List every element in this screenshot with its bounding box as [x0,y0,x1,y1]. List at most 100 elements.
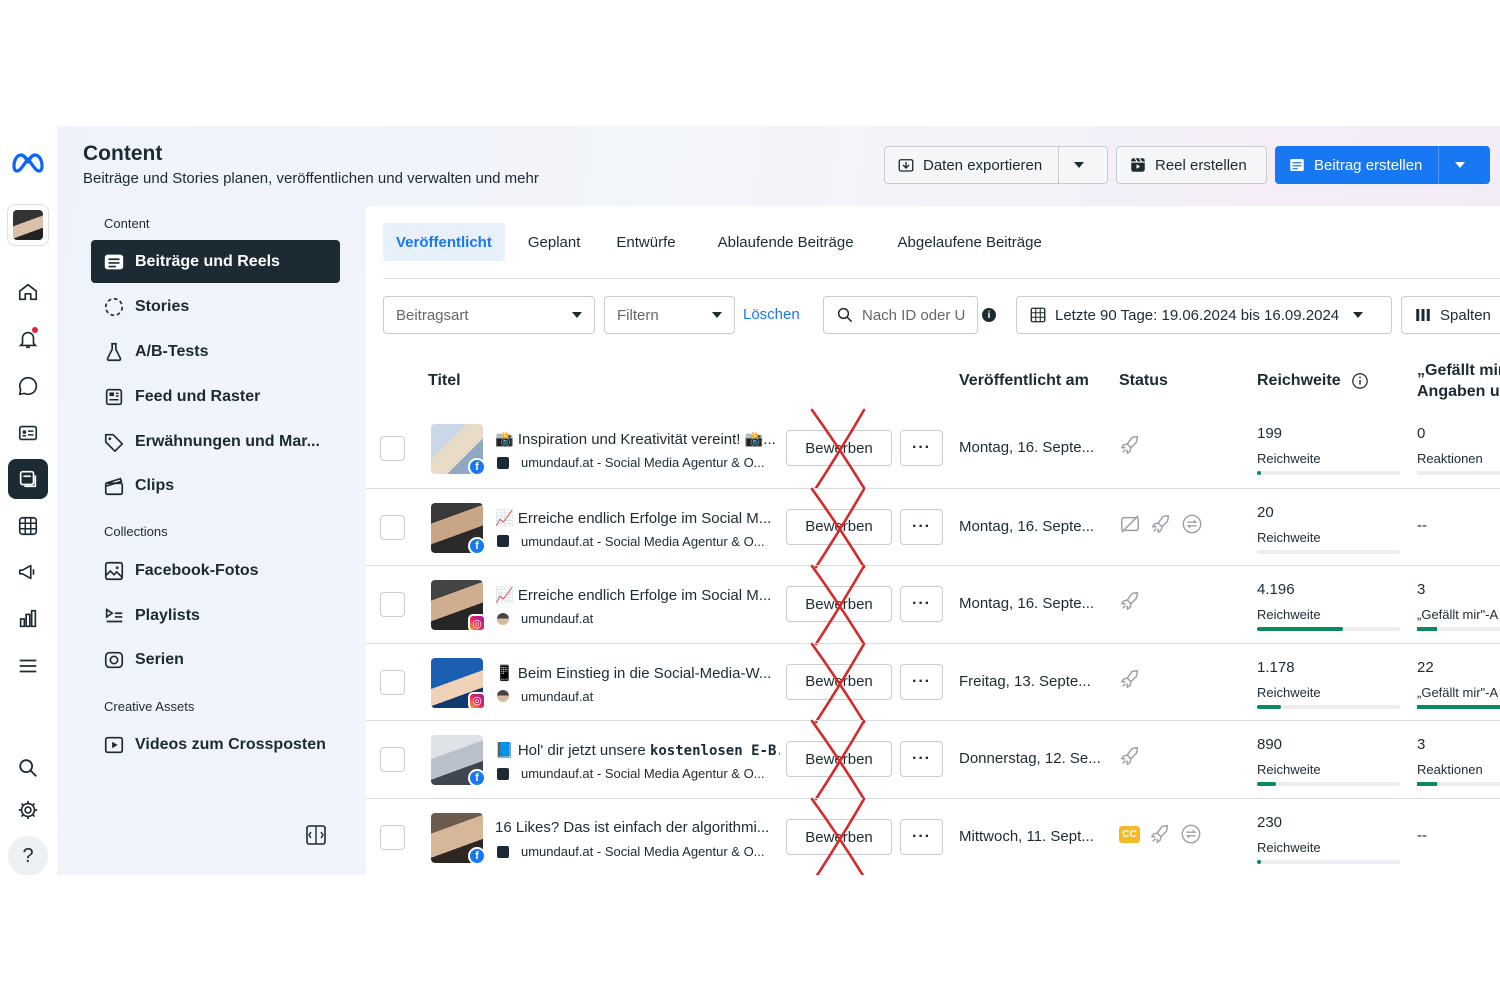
account-avatar [497,535,509,548]
repeat-icon[interactable] [1180,823,1202,845]
table-row[interactable]: ◎ 📱 Beim Einstieg in die Social-Media-W..… [366,642,1500,724]
column-header-title[interactable]: Titel [428,370,461,391]
help-icon[interactable]: ? [8,836,48,875]
rocket-icon[interactable] [1149,823,1171,845]
table-row[interactable]: f 📘 Hol' dir jetzt unsere kostenlosen E-B… [366,720,1500,801]
home-icon[interactable] [8,272,48,312]
sidebar-item-crosspost-videos[interactable]: Videos zum Crossposten [91,723,340,766]
meta-logo-icon[interactable] [8,142,48,182]
reach-bar-fill [1257,704,1282,709]
collapse-sidebar-icon[interactable] [305,824,327,846]
row-checkbox[interactable] [380,514,405,540]
post-type-select[interactable]: Beitragsart [383,296,595,334]
sidebar-item-playlists[interactable]: Playlists [91,594,340,637]
sidebar-item-clips[interactable]: Clips [91,464,340,507]
no-image-icon[interactable] [1119,513,1141,535]
reach-bar-fill [1257,782,1276,787]
search-input[interactable]: Nach ID oder U [823,296,978,334]
row-checkbox[interactable] [380,436,405,461]
info-icon[interactable]: i [982,308,996,322]
column-header-reach[interactable]: Reichweite [1257,370,1369,391]
date-range-picker[interactable]: Letzte 90 Tage: 19.06.2024 bis 16.09.202… [1016,296,1392,334]
sidebar-item-feed-grid[interactable]: Feed und Raster [91,375,340,418]
tab-expired[interactable]: Abgelaufene Beiträge [885,223,1055,261]
search-icon[interactable] [8,748,48,788]
column-header-published[interactable]: Veröffentlicht am [959,370,1089,391]
filter-select[interactable]: Filtern [604,296,735,334]
tab-drafts[interactable]: Entwürfe [603,223,688,261]
tab-published[interactable]: Veröffentlicht [383,223,505,261]
row-checkbox[interactable] [380,669,405,695]
rocket-icon[interactable] [1119,745,1141,767]
post-title[interactable]: 📱 Beim Einstieg in die Social-Media-W... [495,664,780,682]
column-header-status[interactable]: Status [1119,370,1168,391]
table-row[interactable]: f 📈 Erreiche endlich Erfolge im Social M.… [366,487,1500,568]
ads-card-icon[interactable] [8,413,48,453]
rocket-icon[interactable] [1119,668,1141,690]
sidebar-item-label: Beiträge und Reels [135,252,280,270]
account-avatar [497,845,509,858]
more-options-button[interactable]: ··· [900,741,943,778]
megaphone-icon[interactable] [8,552,48,592]
create-post-dropdown-button[interactable] [1438,147,1480,183]
create-reel-button[interactable]: Reel erstellen [1116,146,1267,184]
notifications-icon[interactable] [8,319,48,359]
sidebar-item-mentions[interactable]: Erwähnungen und Mar... [91,420,340,463]
table-row[interactable]: f 16 Likes? Das ist einfach der algorithm… [366,797,1500,875]
boost-button[interactable]: Bewerben [786,741,892,778]
rocket-icon[interactable] [1150,513,1172,535]
messages-icon[interactable] [8,366,48,406]
tab-scheduled[interactable]: Geplant [515,223,594,261]
more-options-button[interactable]: ··· [900,819,943,855]
instagram-icon: ◎ [468,614,486,633]
more-options-button[interactable]: ··· [900,430,943,466]
row-checkbox[interactable] [380,747,405,773]
likes-header-line2: Angaben und [1417,383,1500,400]
boost-button[interactable]: Bewerben [786,430,892,466]
row-checkbox[interactable] [380,825,405,850]
sidebar-item-stories[interactable]: Stories [91,285,340,328]
post-title[interactable]: 📸 Inspiration und Kreativität vereint! 📸… [495,430,780,448]
export-data-button[interactable]: Daten exportieren [884,146,1108,184]
sidebar-item-series[interactable]: Serien [91,638,340,681]
info-circle-icon[interactable] [1351,372,1369,390]
post-title[interactable]: 📘 Hol' dir jetzt unsere kostenlosen E-B.… [495,741,780,759]
post-title[interactable]: 📈 Erreiche endlich Erfolge im Social M..… [495,509,780,527]
insights-icon[interactable] [8,599,48,639]
clear-filters-link[interactable]: Löschen [743,306,800,323]
more-options-button[interactable]: ··· [900,663,943,700]
boost-button[interactable]: Bewerben [786,586,892,623]
post-account: umundauf.at - Social Media Agentur & O..… [497,534,782,549]
content-icon[interactable] [8,459,48,499]
boost-button[interactable]: Bewerben [786,819,892,855]
sidebar-item-posts-reels[interactable]: Beiträge und Reels [91,240,340,283]
row-checkbox[interactable] [380,592,405,618]
repeat-icon[interactable] [1181,513,1203,535]
boost-button[interactable]: Bewerben [786,663,892,700]
tab-expiring[interactable]: Ablaufende Beiträge [705,223,867,261]
more-options-button[interactable]: ··· [900,586,943,623]
table-row[interactable]: f 📸 Inspiration und Kreativität vereint! … [366,408,1500,490]
planner-grid-icon[interactable] [8,506,48,546]
create-post-button[interactable]: Beitrag erstellen [1275,146,1490,184]
boost-button[interactable]: Bewerben [786,508,892,545]
more-options-button[interactable]: ··· [900,508,943,545]
settings-gear-icon[interactable] [8,790,48,830]
menu-icon[interactable] [8,646,48,686]
rocket-icon[interactable] [1119,590,1141,612]
reach-label: Reichweite [1257,762,1321,778]
table-row[interactable]: ◎ 📈 Erreiche endlich Erfolge im Social M.… [366,564,1500,646]
post-title[interactable]: 📈 Erreiche endlich Erfolge im Social M..… [495,586,780,604]
columns-label: Spalten [1440,306,1491,324]
sidebar-item-ab-tests[interactable]: A/B-Tests [91,330,340,373]
column-header-likes[interactable]: „Gefällt mir"- Angaben und [1417,360,1500,402]
columns-button[interactable]: Spalten [1401,296,1500,334]
page-avatar[interactable] [7,204,49,246]
reach-bar [1257,782,1400,787]
likes-bar [1417,627,1500,632]
post-title[interactable]: 16 Likes? Das ist einfach der algorithmi… [495,819,780,836]
rocket-icon[interactable] [1119,434,1141,456]
export-dropdown-button[interactable] [1058,147,1098,183]
facebook-icon: f [468,536,486,555]
sidebar-item-facebook-photos[interactable]: Facebook-Fotos [91,549,340,592]
